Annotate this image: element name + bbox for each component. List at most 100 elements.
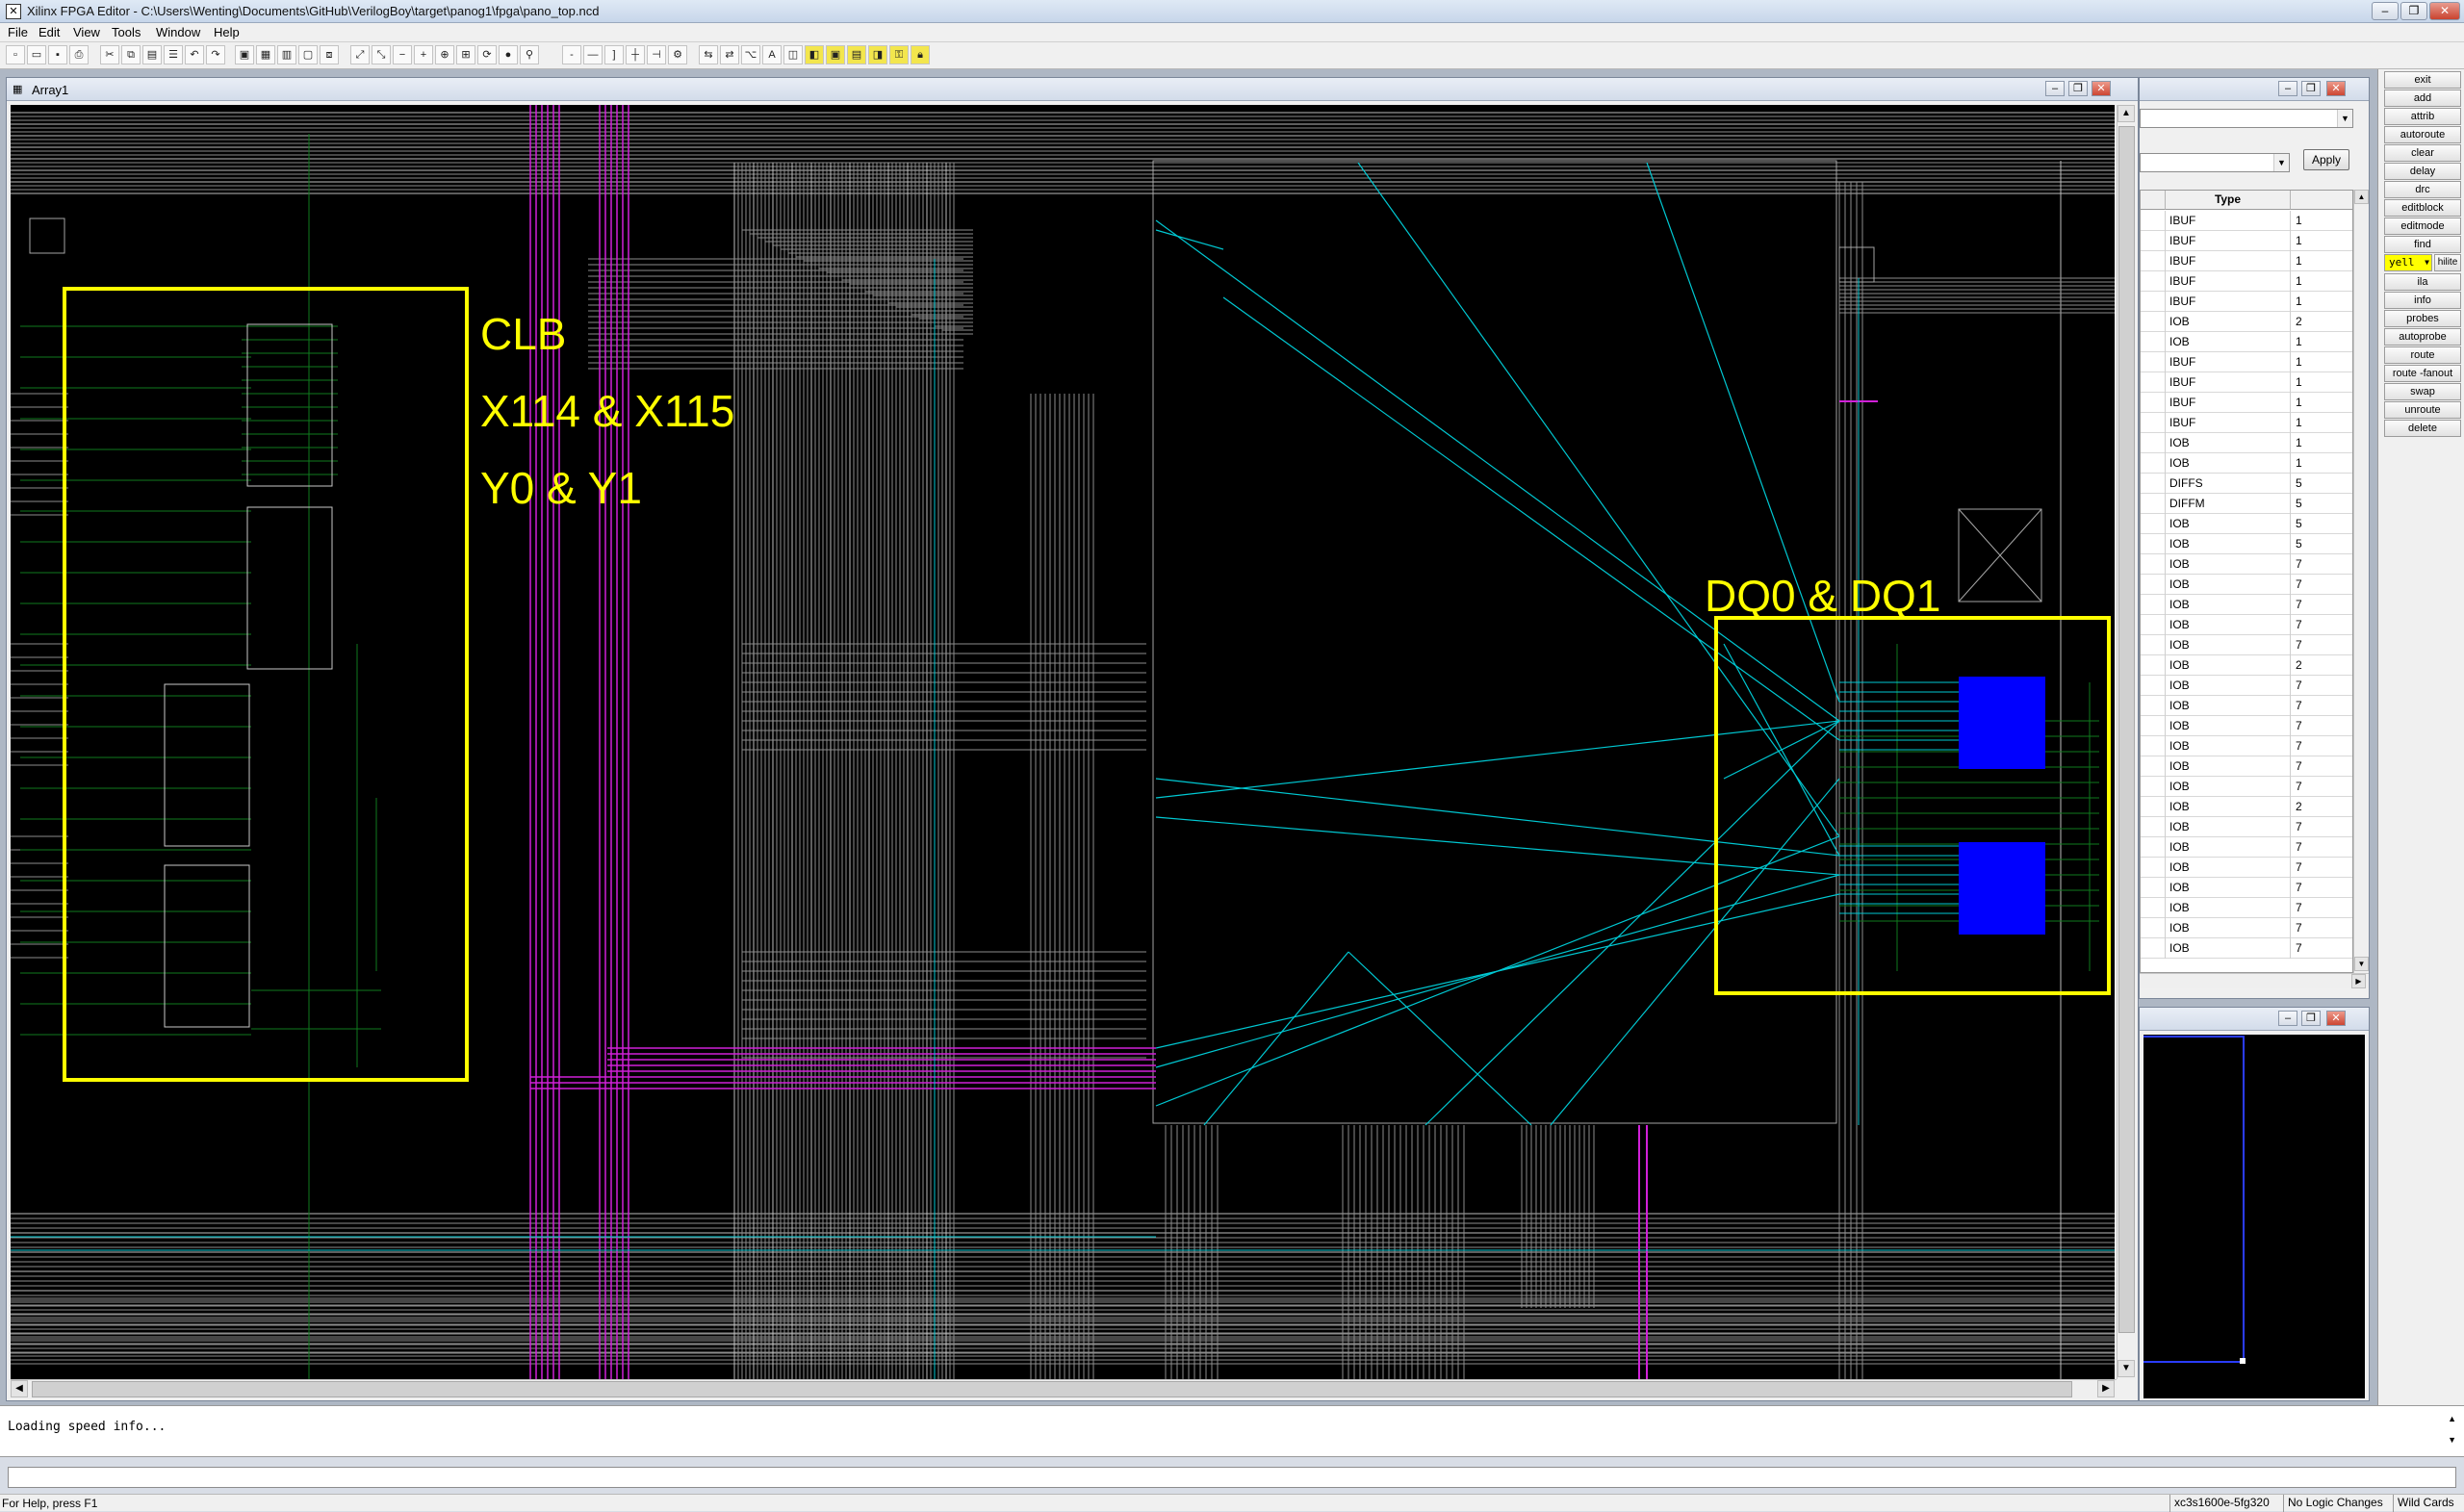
console-scroll-down-icon[interactable]: ▼ xyxy=(2448,1435,2456,1445)
array-close-button[interactable]: ✕ xyxy=(2092,81,2111,96)
list-scroll-down-icon[interactable]: ▼ xyxy=(2354,957,2369,971)
cmd-add-button[interactable]: add xyxy=(2384,90,2461,107)
array-minimize-button[interactable]: – xyxy=(2045,81,2065,96)
list-item[interactable]: IBUF 1 xyxy=(2141,413,2352,433)
list-restore-button[interactable]: ❐ xyxy=(2301,81,2321,96)
scroll-left-icon[interactable]: ◀ xyxy=(11,1380,28,1397)
list-item[interactable]: IOB 7 xyxy=(2141,615,2352,635)
array-vertical-scrollbar[interactable]: ▲ ▼ xyxy=(2117,105,2136,1379)
list-item[interactable]: IOB 1 xyxy=(2141,332,2352,352)
lock-icon[interactable]: 🔒︎ xyxy=(911,45,930,64)
list-item[interactable]: IOB 7 xyxy=(2141,938,2352,959)
list-item[interactable]: IBUF 1 xyxy=(2141,372,2352,393)
cmd-find-button[interactable]: find xyxy=(2384,236,2461,253)
command-input[interactable] xyxy=(8,1467,2456,1488)
list-item[interactable]: IOB 1 xyxy=(2141,433,2352,453)
maximize-button[interactable]: ❐ xyxy=(2400,2,2427,20)
cmd-probes-button[interactable]: probes xyxy=(2384,310,2461,327)
array-hscroll-thumb[interactable] xyxy=(32,1381,2072,1397)
scroll-down-icon[interactable]: ▼ xyxy=(2118,1360,2135,1377)
list-item[interactable]: IOB 7 xyxy=(2141,554,2352,575)
scroll-right-icon[interactable]: ▶ xyxy=(2097,1380,2115,1397)
hilite-button[interactable]: hilite xyxy=(2434,254,2461,271)
list-item[interactable]: IOB 7 xyxy=(2141,595,2352,615)
list-item[interactable]: DIFFS 5 xyxy=(2141,474,2352,494)
cmd-info-button[interactable]: info xyxy=(2384,292,2461,309)
cmd-autoroute-button[interactable]: autoroute xyxy=(2384,126,2461,143)
list-item[interactable]: IOB 7 xyxy=(2141,777,2352,797)
list-item[interactable]: IOB 7 xyxy=(2141,575,2352,595)
list-item[interactable]: IOB 7 xyxy=(2141,635,2352,655)
list-item[interactable]: IOB 2 xyxy=(2141,655,2352,676)
list-close-button[interactable]: ✕ xyxy=(2326,81,2346,96)
table-icon[interactable]: ▥ xyxy=(277,45,296,64)
refresh-icon[interactable]: ⟳ xyxy=(477,45,497,64)
wire-icon[interactable]: - xyxy=(562,45,581,64)
list-item[interactable]: IOB 7 xyxy=(2141,756,2352,777)
list-vertical-scrollbar[interactable]: ▲ ▼ xyxy=(2353,190,2369,973)
cmd-ila-button[interactable]: ila xyxy=(2384,273,2461,291)
list-item[interactable]: IBUF 1 xyxy=(2141,352,2352,372)
zoom-area-icon[interactable]: ⊕ xyxy=(435,45,454,64)
world-close-button[interactable]: ✕ xyxy=(2326,1011,2346,1026)
cmd-autoprobe-button[interactable]: autoprobe xyxy=(2384,328,2461,346)
cmd-swap-button[interactable]: swap xyxy=(2384,383,2461,400)
list-item[interactable]: IBUF 1 xyxy=(2141,251,2352,271)
cmd-exit-button[interactable]: exit xyxy=(2384,71,2461,89)
list-item[interactable]: IOB 1 xyxy=(2141,453,2352,474)
list-filter-select[interactable]: ▼ xyxy=(2140,153,2290,172)
list-scroll-up-icon[interactable]: ▲ xyxy=(2354,190,2369,204)
panel-icon[interactable]: ▢ xyxy=(298,45,318,64)
macro-icon[interactable]: ⌥ xyxy=(741,45,760,64)
cmd-routefanout-button[interactable]: route -fanout xyxy=(2384,365,2461,382)
menu-view[interactable]: View xyxy=(73,25,100,39)
cmd-attrib-button[interactable]: attrib xyxy=(2384,108,2461,125)
list-item[interactable]: IBUF 1 xyxy=(2141,393,2352,413)
list-item[interactable]: IOB 7 xyxy=(2141,878,2352,898)
list-item[interactable]: IBUF 1 xyxy=(2141,211,2352,231)
open-icon[interactable]: ▭ xyxy=(27,45,46,64)
cmd-route-button[interactable]: route xyxy=(2384,346,2461,364)
zoom-out-icon[interactable]: − xyxy=(393,45,412,64)
menu-window[interactable]: Window xyxy=(156,25,200,39)
list-item[interactable]: IOB 7 xyxy=(2141,918,2352,938)
list-type-select[interactable]: ▼ xyxy=(2140,109,2353,128)
cmd-editmode-button[interactable]: editmode xyxy=(2384,218,2461,235)
settings-icon[interactable]: ⚙ xyxy=(668,45,687,64)
scroll-up-icon[interactable]: ▲ xyxy=(2118,105,2135,122)
array-restore-button[interactable]: ❐ xyxy=(2068,81,2088,96)
array-vscroll-thumb[interactable] xyxy=(2118,126,2135,1333)
window-icon[interactable]: ▣ xyxy=(235,45,254,64)
cmd-clear-button[interactable]: clear xyxy=(2384,144,2461,162)
cmd-editblock-button[interactable]: editblock xyxy=(2384,199,2461,217)
cut-icon[interactable]: ✂ xyxy=(100,45,119,64)
zoom-selection-icon[interactable]: ⤡ xyxy=(372,45,391,64)
lock-open-icon[interactable]: ⚿ xyxy=(889,45,909,64)
cmd-drc-button[interactable]: drc xyxy=(2384,181,2461,198)
copy-icon[interactable]: ⧉ xyxy=(121,45,141,64)
world-overview[interactable] xyxy=(2141,1035,2365,1398)
paste-icon[interactable]: ▤ xyxy=(142,45,162,64)
minimize-button[interactable]: – xyxy=(2372,2,2399,20)
layer-icon[interactable]: ◫ xyxy=(783,45,803,64)
list-item[interactable]: IOB 7 xyxy=(2141,817,2352,837)
list-scroll-right-icon[interactable]: ▶ xyxy=(2351,974,2366,988)
close-button[interactable]: ✕ xyxy=(2429,2,2460,20)
hilite-icon[interactable]: ◧ xyxy=(805,45,824,64)
bracket-icon[interactable]: ] xyxy=(604,45,624,64)
cmd-delete-button[interactable]: delete xyxy=(2384,420,2461,437)
viewport-handle[interactable] xyxy=(2240,1358,2246,1364)
cascade-icon[interactable]: ⧈ xyxy=(320,45,339,64)
list-item[interactable]: IOB 7 xyxy=(2141,837,2352,858)
list-icon[interactable]: ☰ xyxy=(164,45,183,64)
hilite-color-select[interactable]: yell ▼ xyxy=(2384,254,2432,271)
list-minimize-button[interactable]: – xyxy=(2278,81,2297,96)
menu-file[interactable]: File xyxy=(8,25,28,39)
list-item[interactable]: DIFFM 5 xyxy=(2141,494,2352,514)
menu-tools[interactable]: Tools xyxy=(112,25,141,39)
list-item[interactable]: IOB 7 xyxy=(2141,696,2352,716)
viewport-rectangle[interactable] xyxy=(2141,1036,2245,1363)
list-item[interactable]: IOB 7 xyxy=(2141,736,2352,756)
print-icon[interactable]: ⎙ xyxy=(69,45,89,64)
world-minimize-button[interactable]: – xyxy=(2278,1011,2297,1026)
